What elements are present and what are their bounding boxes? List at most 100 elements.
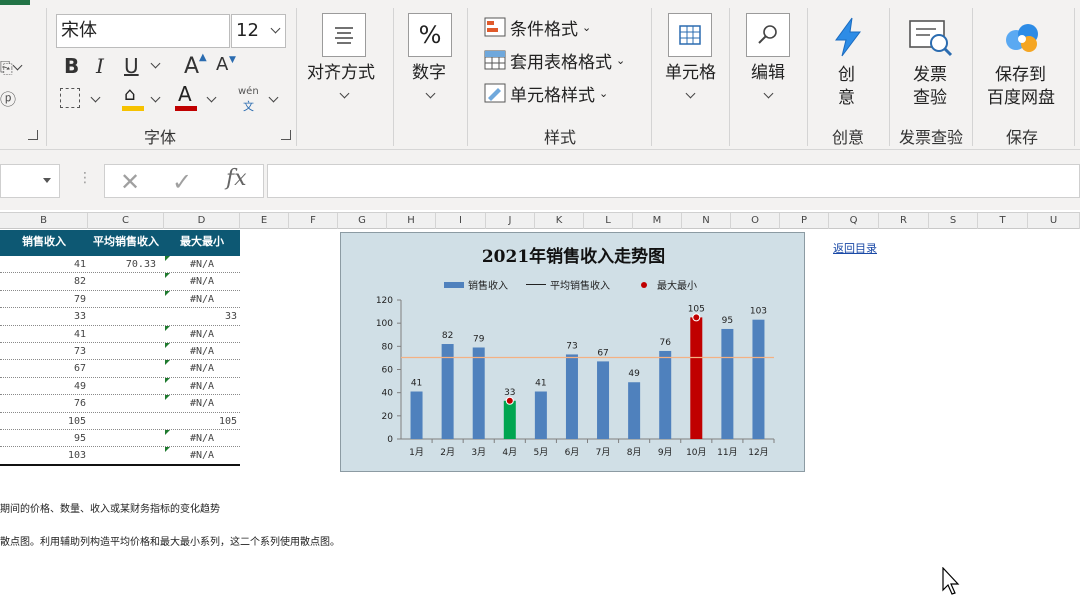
column-header-g[interactable]: G <box>338 213 387 229</box>
underline-button[interactable]: U <box>124 54 139 78</box>
percent-icon[interactable]: % <box>408 13 452 57</box>
column-header-h[interactable]: H <box>387 213 436 229</box>
cell-sales[interactable]: 95 <box>0 430 88 447</box>
name-box[interactable] <box>0 164 60 198</box>
format-painter-icon[interactable]: ⓟ <box>0 86 16 110</box>
chevron-down-icon[interactable] <box>90 92 101 103</box>
error-indicator-icon[interactable] <box>165 256 170 261</box>
note-line-1[interactable]: 期间的价格、数量、收入或某财务指标的变化趋势 <box>0 500 220 515</box>
cell-max-min[interactable]: #N/A <box>164 273 240 290</box>
error-indicator-icon[interactable] <box>165 377 170 383</box>
column-header-l[interactable]: L <box>584 213 633 229</box>
column-header-b[interactable]: B <box>0 213 88 229</box>
column-header-u[interactable]: U <box>1028 213 1080 229</box>
cell-max-min[interactable]: #N/A <box>164 256 240 273</box>
column-header-p[interactable]: P <box>780 213 829 229</box>
save-label-2[interactable]: 百度网盘 <box>987 87 1055 110</box>
column-header-t[interactable]: T <box>978 213 1028 229</box>
chevron-down-icon[interactable] <box>150 58 161 69</box>
align-icon[interactable] <box>322 13 366 57</box>
cell-max-min[interactable]: #N/A <box>164 291 240 308</box>
clipboard-launcher-icon[interactable] <box>28 130 38 140</box>
chevron-down-icon[interactable] <box>268 92 279 103</box>
cell-max-min[interactable]: 105 <box>164 413 240 430</box>
enter-icon[interactable]: ✓ <box>172 168 192 196</box>
column-header-o[interactable]: O <box>731 213 780 229</box>
chevron-down-icon[interactable] <box>339 88 350 99</box>
grow-font-button[interactable]: A <box>184 54 199 79</box>
cell-max-min[interactable]: #N/A <box>164 343 240 360</box>
search-icon[interactable] <box>746 13 790 57</box>
formula-input[interactable] <box>267 164 1080 198</box>
column-header-f[interactable]: F <box>289 213 338 229</box>
paste-icon[interactable]: ⎘ <box>0 58 13 78</box>
conditional-format-button[interactable]: 条件格式 ⌄ <box>484 14 591 40</box>
chevron-down-icon[interactable] <box>425 88 436 99</box>
cell-sales[interactable]: 103 <box>0 447 88 464</box>
column-header-r[interactable]: R <box>879 213 929 229</box>
cell-sales[interactable]: 67 <box>0 360 88 377</box>
font-launcher-icon[interactable] <box>281 130 291 140</box>
creative-label-1[interactable]: 创 <box>838 64 855 87</box>
column-header-n[interactable]: N <box>682 213 731 229</box>
cell-sales[interactable]: 82 <box>0 273 88 290</box>
cell-max-min[interactable]: 33 <box>164 308 240 325</box>
chevron-down-icon[interactable] <box>763 88 774 99</box>
column-header-s[interactable]: S <box>929 213 978 229</box>
invoice-label-1[interactable]: 发票 <box>913 64 947 87</box>
sales-chart[interactable]: 2021年销售收入走势图 销售收入 平均销售收入 最大最小 0 20 40 60 80 1… <box>340 232 805 472</box>
italic-button[interactable]: I <box>96 54 104 78</box>
cell-max-min[interactable]: #N/A <box>164 378 240 395</box>
invoice-check-icon[interactable] <box>908 17 954 59</box>
chevron-down-icon[interactable] <box>270 23 281 34</box>
header-sales[interactable]: 销售收入 <box>0 230 88 256</box>
chevron-down-icon[interactable] <box>150 92 161 103</box>
error-indicator-icon[interactable] <box>165 360 170 366</box>
bold-button[interactable]: B <box>64 54 79 78</box>
shrink-font-button[interactable]: A <box>216 54 228 75</box>
align-label[interactable]: 对齐方式 <box>307 62 375 85</box>
back-to-toc-link[interactable]: 返回目录 <box>833 240 877 256</box>
fill-color-icon[interactable]: ⌂ <box>124 84 135 105</box>
cell-sales[interactable]: 33 <box>0 308 88 325</box>
chevron-down-icon[interactable] <box>206 92 217 103</box>
caret-down-icon[interactable] <box>43 178 51 183</box>
column-header-i[interactable]: I <box>436 213 486 229</box>
error-indicator-icon[interactable] <box>165 395 170 401</box>
column-header-q[interactable]: Q <box>829 213 879 229</box>
cells-icon[interactable] <box>668 13 712 57</box>
error-indicator-icon[interactable] <box>165 325 170 331</box>
error-indicator-icon[interactable] <box>165 430 170 435</box>
header-max-min[interactable]: 最大最小 <box>164 230 240 256</box>
cancel-icon[interactable]: ✕ <box>120 168 140 196</box>
lightning-icon[interactable] <box>830 16 866 58</box>
cell-avg-sales[interactable]: 70.33 <box>88 256 164 273</box>
error-indicator-icon[interactable] <box>165 447 170 453</box>
cell-max-min[interactable]: #N/A <box>164 326 240 343</box>
chevron-down-icon[interactable] <box>12 60 23 71</box>
column-header-c[interactable]: C <box>88 213 164 229</box>
cell-sales[interactable]: 79 <box>0 291 88 308</box>
cell-max-min[interactable]: #N/A <box>164 395 240 412</box>
cell-sales[interactable]: 73 <box>0 343 88 360</box>
cell-style-button[interactable]: 单元格样式 ⌄ <box>484 80 608 106</box>
column-header-d[interactable]: D <box>164 213 240 229</box>
error-indicator-icon[interactable] <box>165 273 170 279</box>
phonetic-icon[interactable]: 文 <box>243 98 254 114</box>
insert-function-button[interactable]: fx <box>226 166 247 191</box>
creative-label-2[interactable]: 意 <box>838 87 855 110</box>
chevron-down-icon[interactable] <box>685 88 696 99</box>
cell-sales[interactable]: 41 <box>0 326 88 343</box>
baidu-netdisk-icon[interactable] <box>1002 20 1042 56</box>
cell-sales[interactable]: 105 <box>0 413 88 430</box>
cell-max-min[interactable]: #N/A <box>164 360 240 377</box>
column-header-e[interactable]: E <box>240 213 289 229</box>
cell-max-min[interactable]: #N/A <box>164 447 240 464</box>
cell-sales[interactable]: 41 <box>0 256 88 273</box>
table-format-button[interactable]: 套用表格格式 ⌄ <box>484 47 625 73</box>
font-size-combo[interactable]: 12 <box>231 14 286 48</box>
column-header-m[interactable]: M <box>633 213 682 229</box>
cell-sales[interactable]: 49 <box>0 378 88 395</box>
error-indicator-icon[interactable] <box>165 343 170 348</box>
cell-sales[interactable]: 76 <box>0 395 88 412</box>
